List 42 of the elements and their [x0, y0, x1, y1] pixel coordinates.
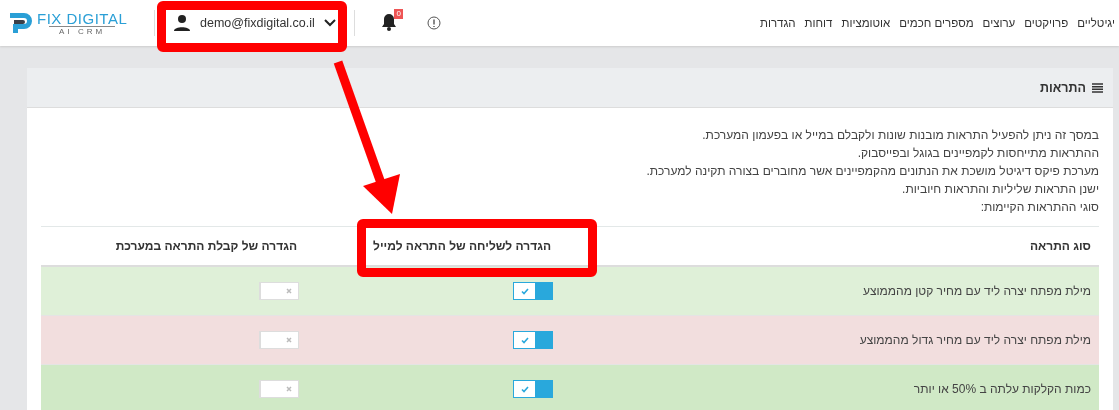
description-line: במסך זה ניתן להפעיל התראות מובנות שונות ולקבלם במייל או בפעמון המערכת. [701, 127, 1099, 144]
caret-icon [323, 19, 336, 27]
system-toggle[interactable] [259, 282, 299, 300]
email-toggle[interactable] [513, 331, 553, 349]
email-toggle[interactable] [513, 282, 553, 300]
check-icon [520, 336, 529, 344]
logo-icon [8, 11, 34, 35]
email-toggle[interactable] [513, 380, 553, 398]
check-icon [520, 385, 529, 393]
system-toggle[interactable] [259, 380, 299, 398]
nav-link[interactable]: דוחות [804, 17, 833, 29]
logo-tagline: AI CRM [49, 25, 116, 36]
nav-link[interactable]: פרויקטים [1024, 17, 1069, 29]
user-menu[interactable]: demo@fixdigital.co.il [167, 14, 342, 32]
description-line: סוגי ההתראות הקיימות: [979, 199, 1099, 216]
bell-icon [380, 12, 397, 31]
check-icon [520, 287, 529, 295]
info-icon[interactable] [426, 16, 441, 30]
nav-link[interactable]: ערוצים [982, 17, 1016, 29]
description-line: ישנן התראות שליליות והתראות חיוביות. [901, 181, 1099, 198]
system-toggle[interactable] [259, 331, 299, 349]
logo[interactable]: FIX DIGITAL AI CRM [8, 10, 134, 36]
nav-link[interactable]: יגיטליים [1077, 17, 1115, 29]
x-icon [285, 288, 292, 294]
nav-link[interactable]: הגדרות [760, 17, 796, 29]
alert-type: כמות הקלקות עלתה ב 50% או יותר [913, 382, 1091, 396]
notification-count: 0 [394, 8, 403, 19]
panel-title: התראות [1040, 80, 1086, 95]
column-header: סוג התראה [1030, 239, 1091, 253]
logo-name: FIX DIGITAL [37, 10, 128, 26]
nav-link[interactable]: אוטומציות [841, 17, 891, 29]
user-icon [173, 14, 191, 32]
list-icon [1092, 82, 1103, 93]
column-header: הגדרה לשליחה של התראה למייל [373, 239, 551, 253]
nav-link[interactable]: מספרים חכמים [899, 17, 974, 29]
description-line: מערכת פיקס דיגיטל מושכת את הנתונים מהקמפיינים אשר מחוברים בצורה תקינה למערכת. [645, 163, 1099, 180]
description-line: ההתראות מתייחסות לקמפיינים בגוגל ובפייסבוק. [856, 145, 1099, 162]
x-icon [285, 386, 292, 392]
x-icon [285, 337, 292, 343]
alert-type: מילת מפתח יצרה ליד עם מחיר קטן מהממוצע [862, 284, 1091, 298]
column-header: הגדרה של קבלת התראה במערכת [115, 239, 297, 253]
alert-type: מילת מפתח יצרה ליד עם מחיר גדול מהממוצע [859, 333, 1091, 347]
